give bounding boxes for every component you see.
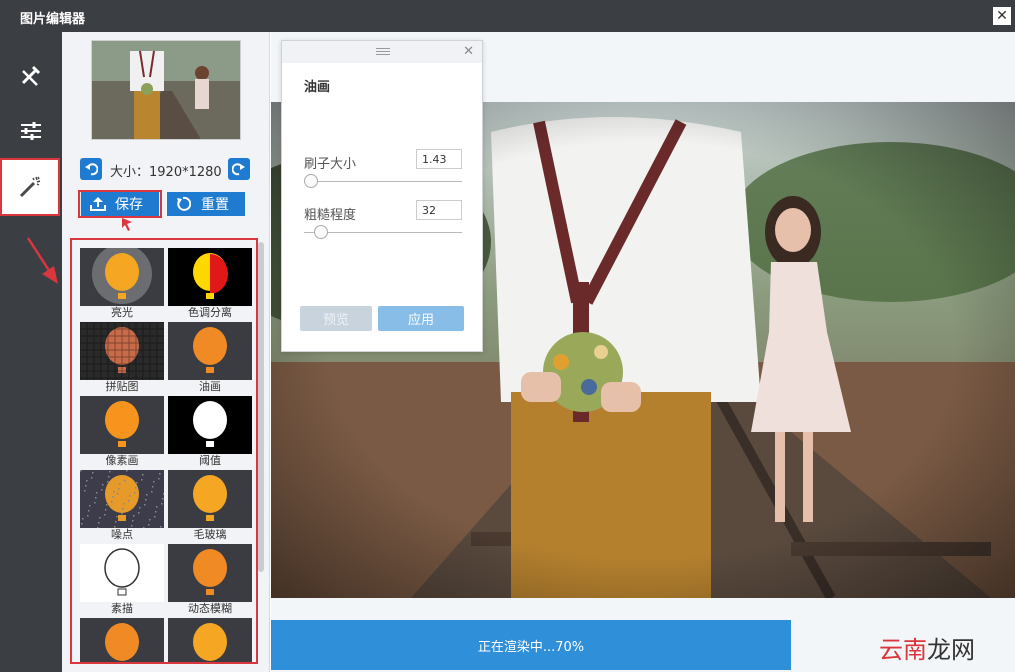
filter-item[interactable]: 像素画 bbox=[80, 396, 164, 470]
filter-item[interactable]: 色调分离 bbox=[168, 248, 252, 322]
reset-button-label: 重置 bbox=[201, 197, 229, 213]
filter-label: 素描 bbox=[111, 602, 133, 615]
filter-item[interactable]: 阈值 bbox=[168, 396, 252, 470]
filter-label: 像素画 bbox=[105, 454, 139, 467]
filter-list: 亮光 色调分离拼贴图 油画像素画 阈值噪点 毛玻璃素描 动态模糊 bbox=[70, 238, 258, 664]
reset-button[interactable]: 重置 bbox=[167, 192, 245, 216]
filter-preview bbox=[80, 544, 164, 602]
brush-size-slider[interactable] bbox=[304, 181, 462, 182]
grip-icon bbox=[376, 48, 390, 55]
close-button[interactable]: ✕ bbox=[993, 7, 1011, 25]
site-watermark: 云南龙网 bbox=[879, 630, 975, 665]
filter-label: 拼贴图 bbox=[105, 380, 139, 393]
filter-preview bbox=[80, 470, 164, 528]
sliders-icon bbox=[21, 122, 41, 140]
pointer-arrow-icon bbox=[122, 218, 132, 231]
reset-icon bbox=[177, 196, 191, 211]
filter-preview bbox=[80, 618, 164, 662]
filter-item[interactable] bbox=[80, 618, 164, 662]
roughness-knob[interactable] bbox=[314, 225, 328, 239]
filter-preview bbox=[80, 248, 164, 306]
rotate-right-icon bbox=[232, 163, 245, 176]
filter-preview bbox=[80, 322, 164, 380]
dialog-drag-handle[interactable]: ✕ bbox=[282, 41, 482, 63]
brush-size-knob[interactable] bbox=[304, 174, 318, 188]
filter-item[interactable] bbox=[168, 618, 252, 662]
filter-item[interactable]: 噪点 bbox=[80, 470, 164, 544]
filter-preview bbox=[168, 544, 252, 602]
render-progress-text: 正在渲染中...70% bbox=[477, 639, 585, 655]
filter-item[interactable]: 油画 bbox=[168, 322, 252, 396]
filter-label: 阈值 bbox=[199, 454, 221, 467]
title-bar: 图片编辑器 ✕ bbox=[0, 0, 1015, 32]
filter-item[interactable]: 素描 bbox=[80, 544, 164, 618]
magic-wand-icon bbox=[19, 176, 41, 198]
rail-item-tools[interactable] bbox=[4, 48, 58, 102]
size-row: 大小：1920*1280 bbox=[80, 158, 252, 182]
image-size-label: 大小：1920*1280 bbox=[110, 165, 222, 180]
window-title: 图片编辑器 bbox=[20, 12, 86, 27]
filter-preview bbox=[168, 322, 252, 380]
rail-item-effects[interactable] bbox=[0, 158, 60, 216]
dialog-title: 油画 bbox=[304, 80, 331, 95]
watermark-part1: 云南 bbox=[879, 636, 927, 664]
filter-item[interactable]: 亮光 bbox=[80, 248, 164, 322]
filter-preview bbox=[168, 396, 252, 454]
filter-item[interactable]: 动态模糊 bbox=[168, 544, 252, 618]
filter-panel: 大小：1920*1280 保存 重置 亮光 色调分离 拼贴图 油画 像素画 阈值… bbox=[62, 32, 270, 672]
rotate-left-icon bbox=[85, 163, 98, 176]
roughness-label: 粗糙程度 bbox=[304, 208, 357, 223]
tool-rail bbox=[0, 32, 62, 672]
filter-list-scrollbar[interactable] bbox=[258, 242, 264, 572]
filter-preview bbox=[168, 248, 252, 306]
brush-size-field[interactable]: 1.43 bbox=[416, 149, 462, 169]
rotate-right-button[interactable] bbox=[228, 158, 250, 180]
watermark-part2: 龙网 bbox=[927, 636, 975, 664]
preview-thumbnail bbox=[91, 40, 241, 140]
annotation-arrow-icon bbox=[26, 237, 58, 284]
roughness-field[interactable]: 32 bbox=[416, 200, 462, 220]
filter-item[interactable]: 毛玻璃 bbox=[168, 470, 252, 544]
filter-label: 油画 bbox=[199, 380, 221, 393]
filter-label: 噪点 bbox=[111, 528, 133, 541]
apply-button[interactable]: 应用 bbox=[378, 306, 464, 331]
preview-button[interactable]: 预览 bbox=[300, 306, 372, 331]
filter-item[interactable]: 拼贴图 bbox=[80, 322, 164, 396]
brush-size-label: 刷子大小 bbox=[304, 157, 357, 172]
rail-item-adjust[interactable] bbox=[4, 104, 58, 158]
filter-preview bbox=[168, 618, 252, 662]
filter-preview bbox=[168, 470, 252, 528]
rotate-left-button[interactable] bbox=[80, 158, 102, 180]
filter-label: 色调分离 bbox=[188, 306, 232, 319]
oil-painting-dialog: ✕ 油画 刷子大小 1.43 粗糙程度 32 预览 应用 bbox=[281, 40, 483, 352]
render-progress-bar: 正在渲染中...70% bbox=[271, 620, 791, 670]
filter-label: 毛玻璃 bbox=[193, 528, 227, 541]
save-highlight bbox=[78, 190, 162, 218]
filter-preview bbox=[80, 396, 164, 454]
filter-label: 动态模糊 bbox=[188, 602, 232, 615]
tools-icon bbox=[21, 65, 41, 86]
filter-label: 亮光 bbox=[111, 306, 133, 319]
dialog-close-icon[interactable]: ✕ bbox=[463, 44, 474, 59]
